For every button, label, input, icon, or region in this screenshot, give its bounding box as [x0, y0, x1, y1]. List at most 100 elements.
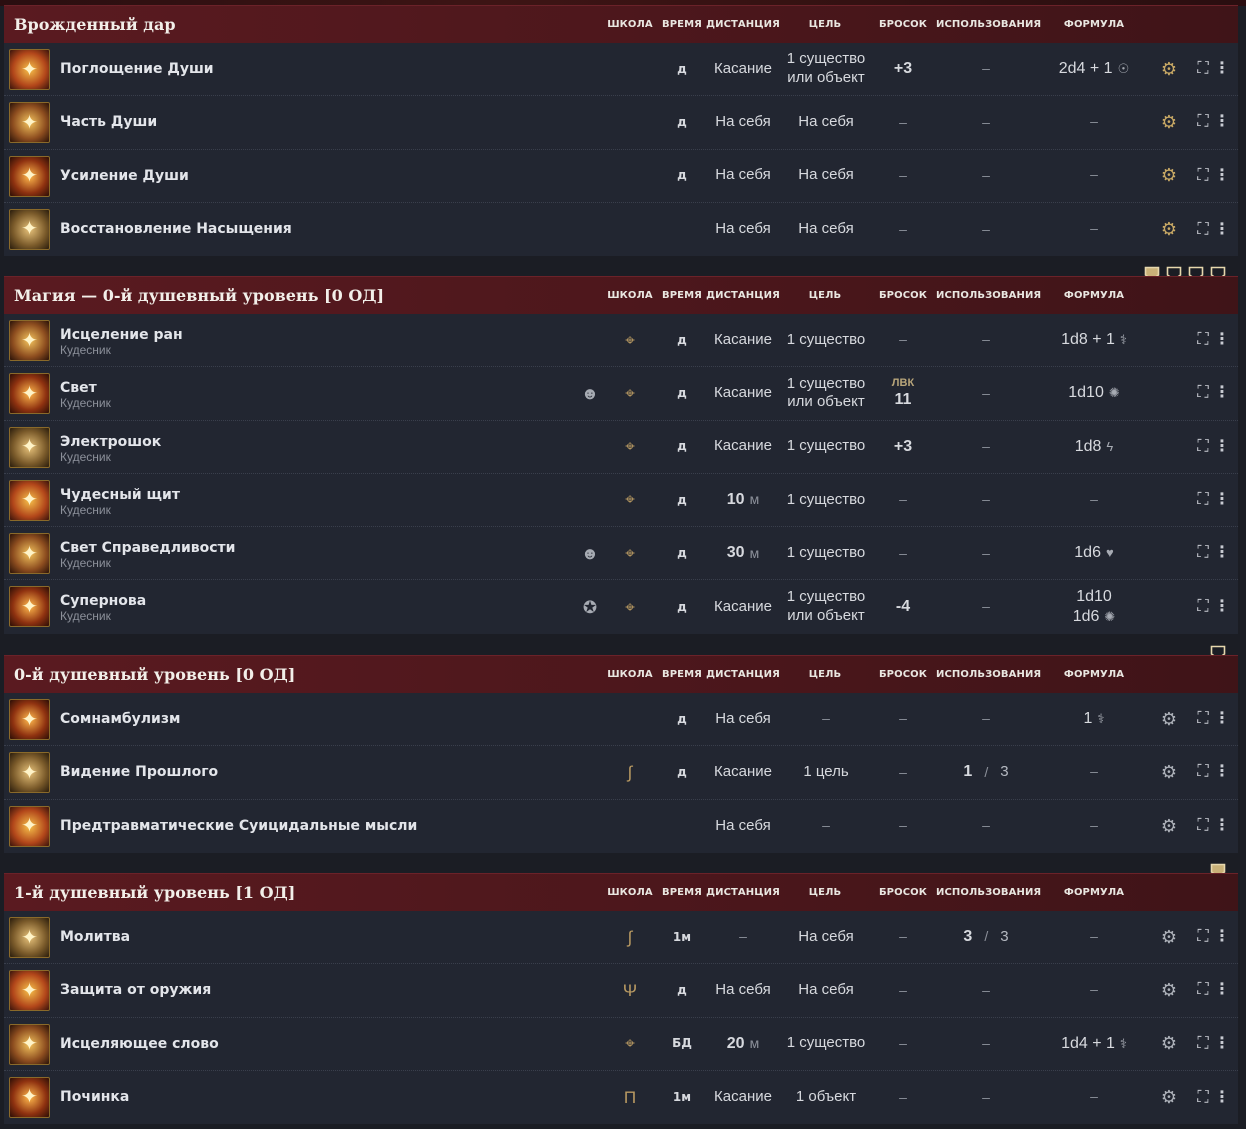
- roll-cell[interactable]: –: [872, 527, 934, 579]
- spell-row[interactable]: ✦ Исцеляющее слово ⌖ БД 20 м 1 существо – – 1d4 +…: [4, 1018, 1238, 1071]
- more-menu-icon[interactable]: ⋮: [1212, 693, 1232, 745]
- more-menu-icon[interactable]: ⋮: [1212, 964, 1232, 1016]
- more-menu-icon[interactable]: ⋮: [1212, 367, 1232, 419]
- settings-gear-icon[interactable]: ⚙: [1156, 746, 1182, 798]
- spell-name[interactable]: Восстановление Насыщения: [60, 221, 292, 237]
- spell-icon[interactable]: ✦: [9, 320, 50, 361]
- roll-cell[interactable]: –: [872, 1018, 934, 1070]
- more-menu-icon[interactable]: ⋮: [1212, 150, 1232, 202]
- spell-row[interactable]: ✦ Исцеление ран Кудесник ⌖ д Касание 1 существ…: [4, 314, 1238, 368]
- settings-gear-icon[interactable]: ⚙: [1156, 150, 1182, 202]
- settings-gear-icon[interactable]: ⚙: [1156, 43, 1182, 95]
- settings-gear-icon[interactable]: ⚙: [1156, 693, 1182, 745]
- more-menu-icon[interactable]: ⋮: [1212, 580, 1232, 633]
- uses-current[interactable]: 1: [963, 762, 972, 782]
- spell-row[interactable]: ✦ Электрошок Кудесник ⌖ д Касание 1 существо +3…: [4, 421, 1238, 474]
- more-menu-icon[interactable]: ⋮: [1212, 1018, 1232, 1070]
- settings-gear-icon[interactable]: ⚙: [1156, 911, 1182, 963]
- formula-cell[interactable]: –: [1034, 474, 1154, 526]
- spell-name[interactable]: Предтравматические Суицидальные мысли: [60, 818, 417, 834]
- formula-cell[interactable]: 1d6 ♥: [1034, 527, 1154, 579]
- spell-row[interactable]: ✦ Чудесный щит Кудесник ⌖ д 10 м 1 существо – – – ⛶…: [4, 474, 1238, 528]
- settings-gear-icon[interactable]: ⚙: [1156, 96, 1182, 148]
- spell-row[interactable]: ✦ Поглощение Души д Касание 1 существо или об…: [4, 43, 1238, 97]
- formula-cell[interactable]: –: [1034, 911, 1154, 963]
- spell-name[interactable]: Исцеление ран: [60, 327, 183, 343]
- spell-icon[interactable]: ✦: [9, 102, 50, 144]
- roll-cell[interactable]: –: [872, 150, 934, 202]
- formula-cell[interactable]: –: [1034, 150, 1154, 202]
- spell-name[interactable]: Электрошок: [60, 434, 161, 450]
- formula-cell[interactable]: –: [1034, 1071, 1154, 1124]
- spell-name[interactable]: Часть Души: [60, 114, 157, 130]
- spell-name[interactable]: Поглощение Души: [60, 61, 214, 77]
- more-menu-icon[interactable]: ⋮: [1212, 203, 1232, 256]
- spell-icon[interactable]: ✦: [9, 586, 50, 628]
- spell-icon[interactable]: ✦: [9, 1023, 50, 1065]
- settings-gear-icon[interactable]: ⚙: [1156, 203, 1182, 256]
- more-menu-icon[interactable]: ⋮: [1212, 527, 1232, 579]
- formula-cell[interactable]: 1d10 1d6 ✺: [1034, 580, 1154, 633]
- more-menu-icon[interactable]: ⋮: [1212, 474, 1232, 526]
- spell-name[interactable]: Усиление Души: [60, 168, 189, 184]
- spell-row[interactable]: ✦ Часть Души д На себя На себя – – – ⚙ ⛶ ⋮: [4, 96, 1238, 150]
- more-menu-icon[interactable]: ⋮: [1212, 1071, 1232, 1124]
- roll-cell[interactable]: +3: [872, 421, 934, 473]
- spell-row[interactable]: ✦ Предтравматические Суицидальные мысли На…: [4, 800, 1238, 853]
- roll-cell[interactable]: ЛВК 11: [872, 367, 934, 419]
- roll-cell[interactable]: –: [872, 911, 934, 963]
- roll-cell[interactable]: –: [872, 964, 934, 1016]
- roll-cell[interactable]: -4: [872, 580, 934, 633]
- spell-icon[interactable]: ✦: [9, 208, 50, 250]
- spell-row[interactable]: ✦ Сомнамбулизм д На себя – – –1 ⚕ ⚙ ⛶ ⋮: [4, 693, 1238, 747]
- spell-name[interactable]: Защита от оружия: [60, 982, 211, 998]
- spell-icon[interactable]: ✦: [9, 752, 50, 794]
- spell-name[interactable]: Сомнамбулизм: [60, 711, 180, 727]
- spell-name[interactable]: Супернова: [60, 593, 146, 609]
- spell-row[interactable]: ✦ Усиление Души д На себя На себя – – – ⚙ ⛶ ⋮: [4, 150, 1238, 203]
- roll-cell[interactable]: –: [872, 96, 934, 148]
- roll-cell[interactable]: –: [872, 746, 934, 798]
- spell-name[interactable]: Молитва: [60, 929, 130, 945]
- spell-icon[interactable]: ✦: [9, 155, 50, 197]
- spell-name[interactable]: Свет Справедливости: [60, 540, 235, 556]
- formula-cell[interactable]: –: [1034, 800, 1154, 853]
- formula-cell[interactable]: 1 ⚕: [1034, 693, 1154, 745]
- spell-icon[interactable]: ✦: [9, 1076, 50, 1118]
- more-menu-icon[interactable]: ⋮: [1212, 314, 1232, 366]
- formula-cell[interactable]: 1d10 ✺: [1034, 367, 1154, 419]
- spell-row[interactable]: ✦ Свет Кудесник ☻ ⌖ д Касание 1 существо или объ…: [4, 367, 1238, 421]
- spell-icon[interactable]: ✦: [9, 479, 50, 521]
- spell-icon[interactable]: ✦: [9, 699, 50, 740]
- settings-gear-icon[interactable]: ⚙: [1156, 1018, 1182, 1070]
- spell-row[interactable]: ✦ Свет Справедливости Кудесник ☻ ⌖ д 30 м 1 суще…: [4, 527, 1238, 581]
- uses-current[interactable]: 3: [963, 927, 972, 947]
- formula-cell[interactable]: 1d8 ϟ: [1034, 421, 1154, 473]
- formula-cell[interactable]: 1d4 + 1 ⚕: [1034, 1018, 1154, 1070]
- settings-gear-icon[interactable]: ⚙: [1156, 964, 1182, 1016]
- more-menu-icon[interactable]: ⋮: [1212, 911, 1232, 963]
- spell-row[interactable]: ✦ Защита от оружия Ψд На себя На себя – – – ⚙ ⛶ ⋮: [4, 964, 1238, 1018]
- spell-icon[interactable]: ✦: [9, 49, 50, 90]
- formula-cell[interactable]: –: [1034, 96, 1154, 148]
- more-menu-icon[interactable]: ⋮: [1212, 800, 1232, 853]
- more-menu-icon[interactable]: ⋮: [1212, 96, 1232, 148]
- more-menu-icon[interactable]: ⋮: [1212, 43, 1232, 95]
- spell-name[interactable]: Чудесный щит: [60, 487, 180, 503]
- roll-cell[interactable]: –: [872, 314, 934, 366]
- more-menu-icon[interactable]: ⋮: [1212, 746, 1232, 798]
- formula-cell[interactable]: –: [1034, 964, 1154, 1016]
- spell-icon[interactable]: ✦: [9, 917, 50, 958]
- spell-row[interactable]: ✦ Восстановление Насыщения На себя На себя –…: [4, 203, 1238, 256]
- spell-icon[interactable]: ✦: [9, 533, 50, 575]
- spell-row[interactable]: ✦ Починка Π 1м Касание 1 объект – – – ⚙ ⛶ ⋮: [4, 1071, 1238, 1124]
- spell-name[interactable]: Исцеляющее слово: [60, 1036, 219, 1052]
- spell-name[interactable]: Починка: [60, 1089, 129, 1105]
- settings-gear-icon[interactable]: ⚙: [1156, 1071, 1182, 1124]
- roll-cell[interactable]: –: [872, 1071, 934, 1124]
- settings-gear-icon[interactable]: ⚙: [1156, 800, 1182, 853]
- formula-cell[interactable]: 1d8 + 1 ⚕: [1034, 314, 1154, 366]
- spell-name[interactable]: Видение Прошлого: [60, 764, 218, 780]
- spell-icon[interactable]: ✦: [9, 426, 50, 468]
- roll-cell[interactable]: +3: [872, 43, 934, 95]
